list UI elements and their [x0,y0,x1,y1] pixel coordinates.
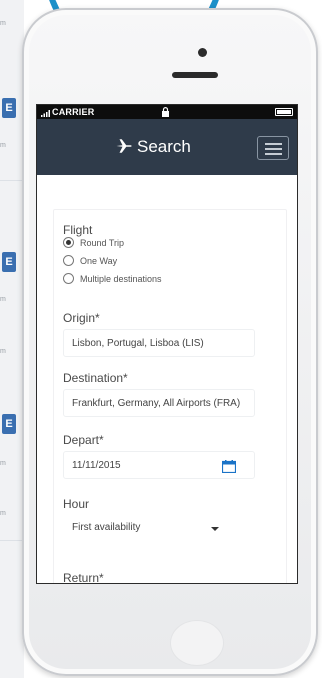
trip-option-label: One Way [80,256,118,266]
depart-value: 11/11/2015 [72,460,121,471]
strip-tab: E [2,414,16,434]
destination-value: Frankfurt, Germany, All Airports (FRA) [72,398,241,409]
airplane-icon [116,139,132,153]
earpiece [172,72,218,78]
strip-text: m [0,348,6,355]
strip-text: m [0,460,6,467]
app-header: Search [37,119,297,175]
calendar-icon[interactable] [222,460,236,473]
page-title-text: Search [137,137,191,156]
origin-value: Lisbon, Portugal, Lisboa (LIS) [72,338,204,349]
strip-divider [0,540,24,541]
hour-select[interactable]: First availability [63,513,233,541]
strip-tab: E [2,98,16,118]
battery-icon [275,108,293,116]
strip-tab: E [2,252,16,272]
strip-text: m [0,142,6,149]
menu-bar [265,153,282,155]
hour-label: Hour [63,497,90,511]
signal-icon [41,109,50,117]
destination-label: Destination* [63,371,128,385]
trip-option-label: Round Trip [80,238,125,248]
carrier-label: CARRIER [52,107,95,117]
camera-dot [198,48,207,57]
menu-bar [265,143,282,145]
home-button[interactable] [170,620,224,666]
hour-value: First availability [72,522,141,533]
lock-icon [162,107,169,117]
flight-label: Flight [63,223,93,237]
depart-date-field[interactable]: 11/11/2015 [63,451,255,479]
origin-field[interactable]: Lisbon, Portugal, Lisboa (LIS) [63,329,255,357]
destination-field[interactable]: Frankfurt, Germany, All Airports (FRA) [63,389,255,417]
strip-text: m [0,20,6,27]
search-form-area: Flight Round Trip One Way Multiple desti… [37,175,297,584]
hamburger-menu-button[interactable] [257,136,289,160]
radio-button[interactable] [63,255,74,266]
background-page-strip: m E m E m m E m m [0,0,24,678]
radio-button[interactable] [63,273,74,284]
chevron-down-icon [211,527,219,531]
origin-label: Origin* [63,311,100,325]
strip-divider [0,180,24,181]
depart-label: Depart* [63,433,104,447]
phone-screen: CARRIER Search Flight Round Trip One Way… [36,104,298,584]
radio-button[interactable] [63,237,74,248]
trip-option-label: Multiple destinations [80,274,162,284]
page-title: Search [115,137,191,157]
strip-text: m [0,510,6,517]
menu-bar [265,148,282,150]
signal-carrier: CARRIER [41,105,94,119]
status-bar: CARRIER [37,105,297,119]
strip-text: m [0,296,6,303]
return-label: Return* [63,571,104,584]
